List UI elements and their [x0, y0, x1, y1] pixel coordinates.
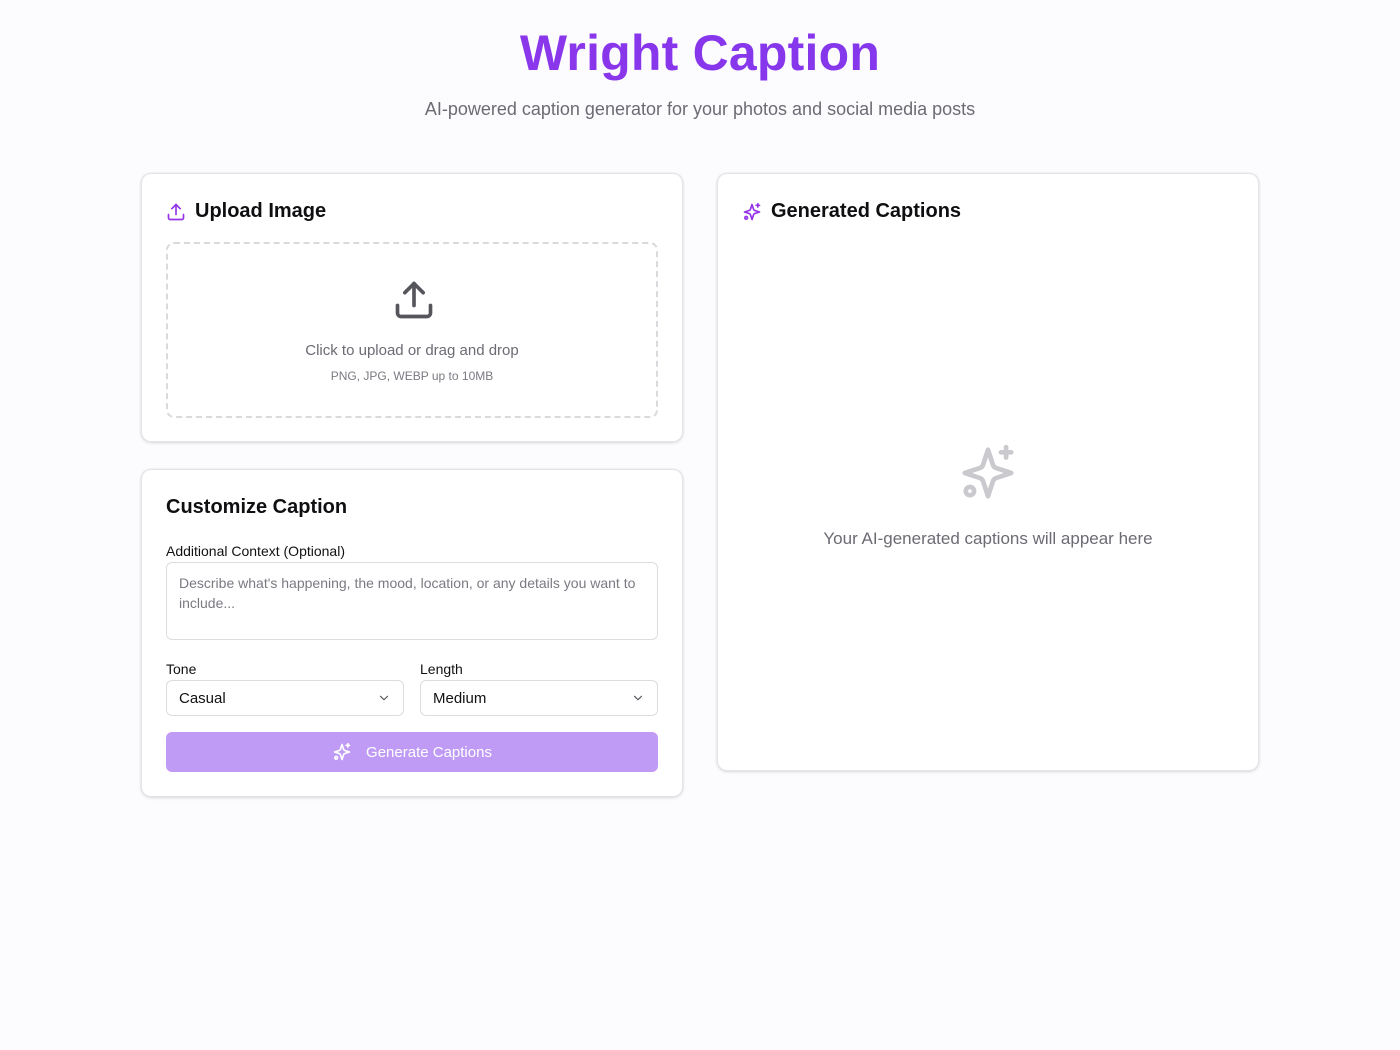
customize-card: Customize Caption Additional Context (Op… [141, 469, 683, 797]
upload-card-header: Upload Image [166, 200, 326, 223]
upload-card-title: Upload Image [195, 200, 327, 222]
sparkles-icon [743, 202, 761, 220]
chevron-down-icon [633, 695, 643, 701]
results-card: Generated Captions Your AI-generated cap… [717, 173, 1259, 771]
context-input[interactable] [166, 562, 658, 640]
upload-card: Upload Image Click to upload or drag and… [141, 173, 683, 442]
upload-icon [395, 281, 433, 319]
app-subtitle: AI-powered caption generator for your ph… [424, 99, 976, 119]
tone-label: Tone [166, 661, 197, 677]
empty-state-text: Your AI-generated captions will appear h… [823, 529, 1153, 548]
length-selected-value: Medium [433, 689, 487, 707]
customize-card-title: Customize Caption [166, 496, 348, 518]
chevron-down-icon [379, 695, 389, 701]
tone-select[interactable]: Casual [166, 680, 404, 716]
length-select[interactable]: Medium [420, 680, 658, 716]
generate-button-label: Generate Captions [366, 743, 492, 761]
sparkles-icon [333, 742, 351, 761]
image-dropzone[interactable]: Click to upload or drag and drop PNG, JP… [166, 242, 658, 418]
context-label: Additional Context (Optional) [166, 543, 345, 559]
upload-icon [167, 203, 185, 220]
captions-empty-state: Your AI-generated captions will appear h… [718, 442, 1258, 549]
length-label: Length [420, 661, 463, 677]
page: Wright Caption AI-powered caption genera… [0, 0, 1400, 1050]
results-card-title: Generated Captions [771, 200, 962, 222]
dropzone-text: Click to upload or drag and drop [305, 342, 519, 359]
dropzone-hint: PNG, JPG, WEBP up to 10MB [330, 369, 494, 383]
results-card-header: Generated Captions [742, 200, 961, 223]
app-title: Wright Caption [0, 24, 1400, 82]
sparkles-icon [962, 444, 1014, 499]
generate-captions-button[interactable]: Generate Captions [166, 732, 658, 772]
tone-selected-value: Casual [179, 689, 226, 707]
